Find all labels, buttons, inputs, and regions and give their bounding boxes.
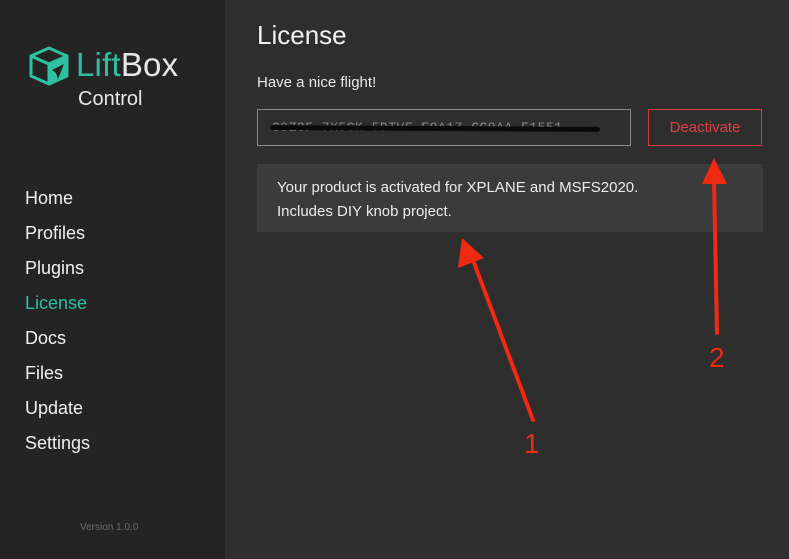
sidebar-item-home[interactable]: Home [25,186,90,221]
sidebar-item-profiles[interactable]: Profiles [25,221,90,256]
version-label: Version 1.0.0 [80,522,139,533]
annotation-label-1: 1 [524,428,540,459]
app-logo: LiftBox Control [28,44,198,114]
sidebar-nav: Home Profiles Plugins License Docs Files… [25,186,90,466]
sidebar-item-plugins[interactable]: Plugins [25,256,90,291]
page-title: License [257,20,347,50]
sidebar-item-docs[interactable]: Docs [25,326,90,361]
license-key-field[interactable]: C9Z3F-7X5CK-5DTVF-E9A17-CG9AA-F1551 [257,109,631,146]
logo-word-lift: Lift [76,46,121,83]
status-line-activation: Your product is activated for XPLANE and… [277,179,639,196]
annotation-arrow-1 [471,258,535,422]
sidebar-item-update[interactable]: Update [25,396,90,431]
sidebar: LiftBox Control Home Profiles Plugins Li… [0,0,225,559]
sidebar-item-files[interactable]: Files [25,361,90,396]
annotation-label-2: 2 [709,342,725,373]
status-line-includes: Includes DIY knob project. [277,203,452,220]
logo-wordmark: LiftBox [76,46,178,84]
sidebar-item-settings[interactable]: Settings [25,431,90,466]
sidebar-item-license[interactable]: License [25,291,90,326]
page-subtitle: Have a nice flight! [257,74,377,91]
logo-subtitle: Control [78,88,143,110]
annotation-arrowhead-1 [458,238,484,268]
box-plane-icon [29,46,69,86]
logo-word-box: Box [120,46,179,83]
activation-status-box: Your product is activated for XPLANE and… [257,164,763,232]
deactivate-button[interactable]: Deactivate [648,109,762,146]
